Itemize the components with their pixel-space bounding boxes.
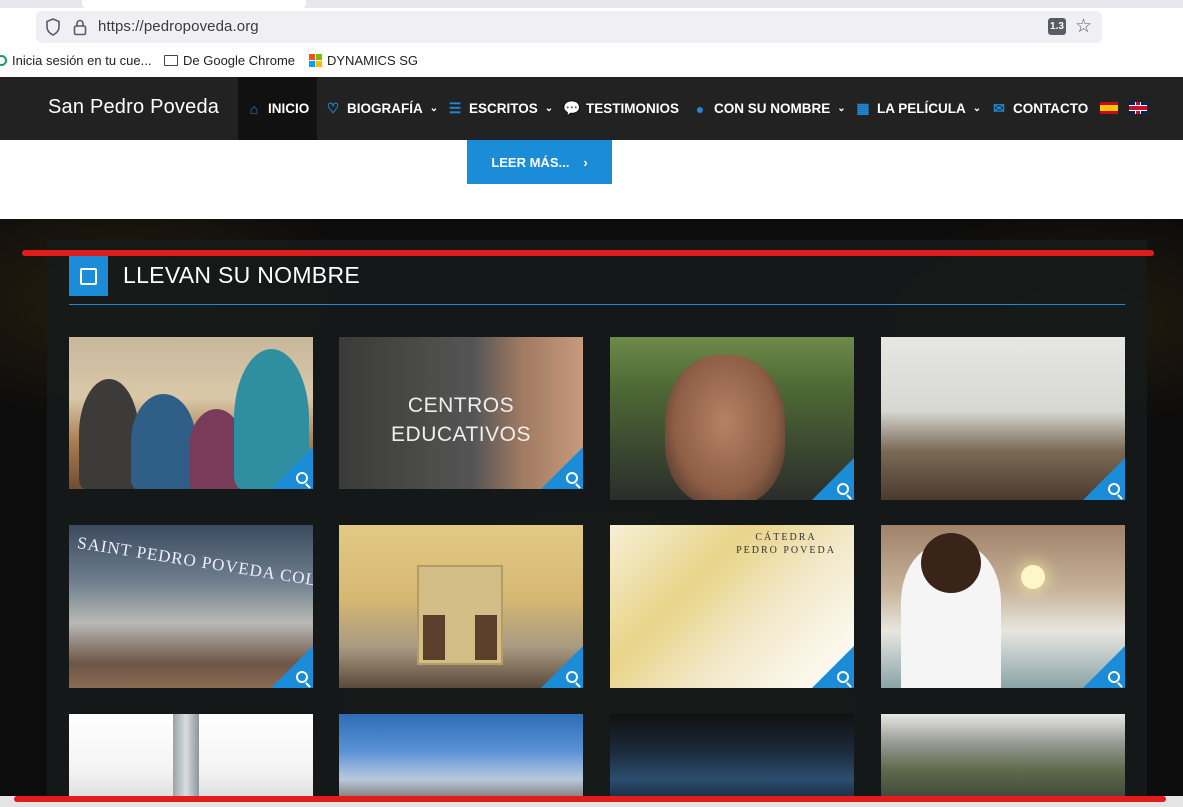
zoom-icon[interactable] <box>566 671 578 683</box>
bookmark-label: De Google Chrome <box>183 53 295 68</box>
chevron-down-icon: ⌄ <box>429 103 439 114</box>
bookmark-login[interactable]: Inicia sesión en tu cue... <box>0 53 151 68</box>
bookmark-folder-chrome[interactable]: De Google Chrome <box>164 53 295 68</box>
gallery-item-elderly-woman[interactable] <box>610 337 854 500</box>
zoom-icon[interactable] <box>296 671 308 683</box>
gallery-item-college[interactable]: SAINT PEDRO POVEDA COLLEGE <box>69 525 313 688</box>
browser-toolbar: https://pedropoveda.org 1.3 ☆ <box>0 8 1183 48</box>
envelope-icon: ✉ <box>993 100 1005 116</box>
shield-icon[interactable] <box>45 18 61 36</box>
gallery-item-computer-class[interactable] <box>881 337 1125 500</box>
tab-strip <box>0 0 1183 8</box>
gallery-item-building[interactable] <box>881 714 1125 807</box>
nav-label: CON SU NOMBRE <box>714 101 831 116</box>
nav-inicio[interactable]: ⌂ INICIO <box>238 77 318 140</box>
bookmarks-bar: Inicia sesión en tu cue... De Google Chr… <box>0 48 1183 76</box>
zoom-icon[interactable] <box>1108 483 1120 495</box>
zoom-icon[interactable] <box>566 472 578 484</box>
url-text[interactable]: https://pedropoveda.org <box>98 18 259 35</box>
college-sign: SAINT PEDRO POVEDA COLLEGE <box>76 533 313 598</box>
bookmark-label: Inicia sesión en tu cue... <box>12 53 152 68</box>
nav-la-pelicula[interactable]: ▦ LA PELÍCULA ⌄ <box>855 77 981 140</box>
chevron-down-icon: ⌄ <box>837 103 846 114</box>
nav-label: LA PELÍCULA <box>877 101 966 116</box>
bookmark-dynamics[interactable]: DYNAMICS SG <box>309 53 418 68</box>
gallery-item-lab[interactable] <box>881 525 1125 688</box>
nav-label: INICIO <box>268 101 310 116</box>
annotation-red-line-bottom <box>14 796 1166 802</box>
section-title: LLEVAN SU NOMBRE <box>123 262 360 288</box>
nav-escritos[interactable]: ☰ ESCRITOS ⌄ <box>447 77 553 140</box>
folder-icon <box>164 55 178 66</box>
spanish-flag-icon[interactable] <box>1100 102 1118 114</box>
content-top: LEER MÁS... › <box>0 140 1183 219</box>
note-icon <box>69 256 108 296</box>
chevron-right-icon: › <box>583 154 588 170</box>
catedra-line-1: CÁTEDRA <box>755 532 817 543</box>
zoom-icon[interactable] <box>837 671 849 683</box>
film-icon: ▦ <box>856 100 870 116</box>
leer-mas-button[interactable]: LEER MÁS... › <box>467 140 612 184</box>
site-brand[interactable]: San Pedro Poveda <box>48 96 219 119</box>
catedra-logo-text: CÁTEDRA PEDRO POVEDA <box>726 531 846 557</box>
nav-testimonios[interactable]: 💬 TESTIMONIOS <box>563 77 680 140</box>
address-bar[interactable]: https://pedropoveda.org 1.3 ☆ <box>36 11 1102 43</box>
list-icon: ☰ <box>448 100 462 116</box>
section-divider <box>69 304 1125 305</box>
site-navbar: San Pedro Poveda ⌂ INICIO ♡ BIOGRAFÍA ⌄ ☰ ES… <box>0 77 1183 140</box>
zoom-icon[interactable] <box>837 483 849 495</box>
zoom-indicator[interactable]: 1.3 <box>1048 18 1066 35</box>
bookmark-star-icon[interactable]: ☆ <box>1075 15 1092 38</box>
portrait <box>665 355 785 500</box>
microsoft-logo-icon <box>309 54 322 67</box>
active-tab[interactable] <box>82 0 306 8</box>
gallery-item-town[interactable] <box>339 714 583 807</box>
tile-caption: CENTROS EDUCATIVOS <box>391 394 531 446</box>
lock-icon[interactable] <box>73 18 87 36</box>
catedra-line-2: PEDRO POVEDA <box>736 545 836 556</box>
nav-label: ESCRITOS <box>469 101 538 116</box>
nav-contacto[interactable]: ✉ CONTACTO <box>991 77 1088 140</box>
comment-icon: 💬 <box>563 100 581 116</box>
zoom-icon[interactable] <box>296 472 308 484</box>
centros-educativos-text: CENTROS EDUCATIVOS <box>339 391 583 449</box>
english-flag-icon[interactable] <box>1129 102 1147 114</box>
chevron-down-icon: ⌄ <box>972 103 982 114</box>
nav-con-su-nombre[interactable]: ● CON SU NOMBRE ⌄ <box>692 77 846 140</box>
gallery-item-church[interactable] <box>339 525 583 688</box>
gallery-item-tower[interactable] <box>69 714 313 807</box>
zoom-icon[interactable] <box>1108 671 1120 683</box>
gallery-item-screens[interactable] <box>610 714 854 807</box>
account-icon <box>0 55 7 66</box>
button-label: LEER MÁS... <box>491 154 570 170</box>
gallery-item-students[interactable] <box>69 337 313 489</box>
chevron-down-icon: ⌄ <box>544 103 554 114</box>
bookmark-label: DYNAMICS SG <box>327 53 419 68</box>
nav-label: TESTIMONIOS <box>586 101 680 116</box>
gallery-item-centros-educativos[interactable]: CENTROS EDUCATIVOS <box>339 337 583 489</box>
annotation-red-line-top <box>22 250 1154 256</box>
nav-label: BIOGRAFÍA <box>347 101 423 116</box>
globe-icon: ● <box>695 100 705 117</box>
heart-icon: ♡ <box>326 100 340 116</box>
nav-label: CONTACTO <box>1013 101 1089 116</box>
gallery-item-catedra[interactable]: CÁTEDRA PEDRO POVEDA <box>610 525 854 688</box>
nav-biografia[interactable]: ♡ BIOGRAFÍA ⌄ <box>325 77 438 140</box>
home-icon: ⌂ <box>249 100 259 117</box>
